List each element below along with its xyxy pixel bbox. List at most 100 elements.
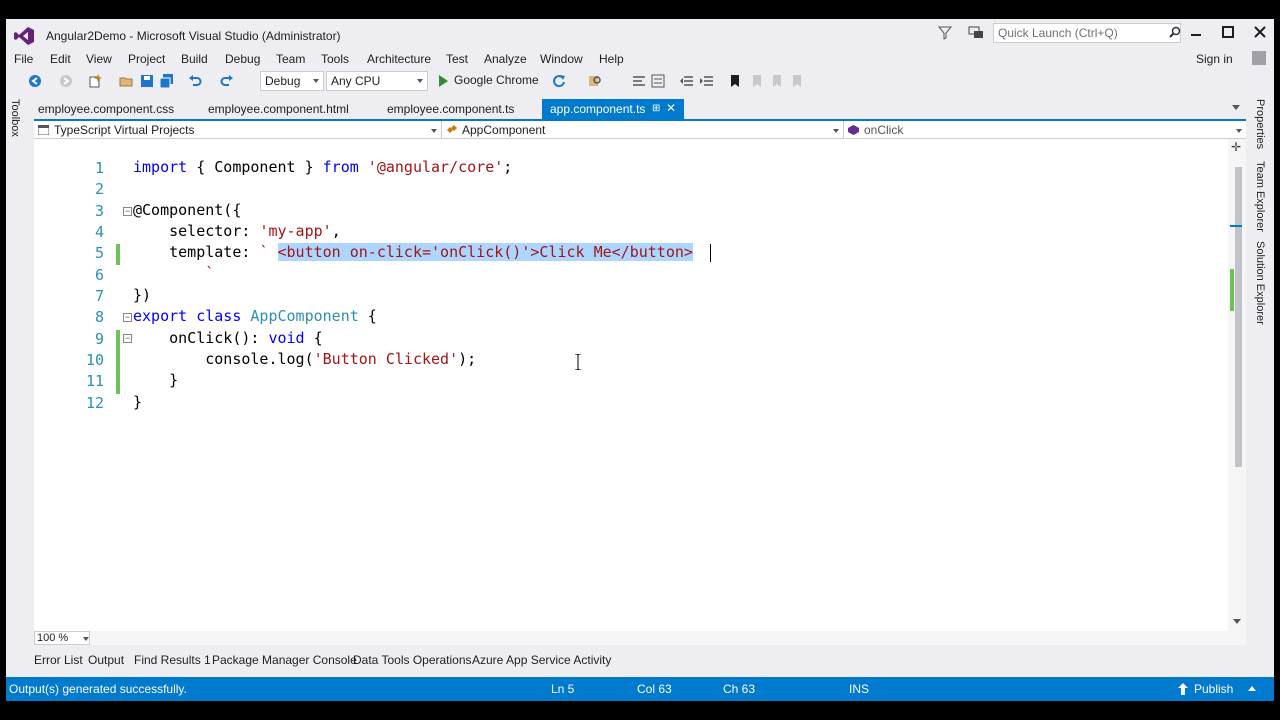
status-column: Col 63: [637, 682, 672, 696]
tab-find-results-1[interactable]: Find Results 1: [134, 653, 211, 667]
team-explorer-tab[interactable]: Team Explorer: [1254, 161, 1266, 232]
solution-platform-dropdown[interactable]: Any CPU: [326, 71, 428, 91]
menu-analyze[interactable]: Analyze: [484, 52, 527, 66]
window-title: Angular2Demo - Microsoft Visual Studio (…: [46, 29, 341, 43]
clear-bookmarks-icon[interactable]: [790, 74, 804, 88]
menu-build[interactable]: Build: [181, 52, 208, 66]
notification-filter-icon[interactable]: [938, 26, 952, 40]
line-number: 9: [94, 330, 104, 348]
scrollbar-thumb[interactable]: [1235, 167, 1242, 467]
navigate-back-icon[interactable]: [28, 74, 42, 88]
indent-increase-icon[interactable]: [700, 74, 714, 88]
menu-help[interactable]: Help: [599, 52, 624, 66]
previous-bookmark-icon[interactable]: [750, 74, 764, 88]
new-project-icon[interactable]: [88, 74, 102, 88]
menu-bar: File Edit View Project Build Debug Team …: [6, 49, 1274, 69]
menu-view[interactable]: View: [86, 52, 112, 66]
vertical-scrollbar[interactable]: ✛: [1228, 139, 1246, 631]
refresh-browser-icon[interactable]: [552, 74, 566, 88]
project-dropdown[interactable]: TypeScript Virtual Projects: [34, 121, 442, 139]
publish-button[interactable]: Publish: [1194, 682, 1233, 696]
code-line-7: }): [133, 286, 152, 304]
menu-file[interactable]: File: [14, 52, 33, 66]
comment-out-icon[interactable]: [632, 74, 646, 88]
collapse-region-icon[interactable]: −: [123, 313, 132, 322]
solution-explorer-tab[interactable]: Solution Explorer: [1254, 241, 1266, 325]
find-in-files-icon[interactable]: [588, 74, 602, 88]
scroll-change-marker: [1230, 269, 1234, 311]
scroll-down-arrow-icon[interactable]: [1233, 619, 1241, 624]
type-dropdown[interactable]: AppComponent: [442, 121, 844, 139]
tab-app-component-ts[interactable]: app.component.ts: [542, 99, 684, 119]
play-icon: [439, 75, 448, 87]
line-number: 4: [94, 223, 104, 241]
code-line-4: selector: 'my-app',: [133, 221, 341, 242]
menu-debug[interactable]: Debug: [225, 52, 260, 66]
indicator-margin[interactable]: [34, 139, 50, 631]
collapse-region-icon[interactable]: −: [123, 207, 132, 216]
bookmark-icon[interactable]: [728, 74, 742, 88]
type-value: AppComponent: [462, 123, 546, 137]
undo-icon[interactable]: [188, 74, 202, 88]
menu-tools[interactable]: Tools: [321, 52, 349, 66]
split-window-icon[interactable]: ✛: [1230, 141, 1242, 153]
menu-project[interactable]: Project: [128, 52, 165, 66]
tab-output[interactable]: Output: [88, 653, 124, 667]
menu-edit[interactable]: Edit: [50, 52, 71, 66]
next-bookmark-icon[interactable]: [770, 74, 784, 88]
sign-in-link[interactable]: Sign in: [1196, 52, 1233, 66]
properties-tab[interactable]: Properties: [1254, 99, 1266, 149]
keyword: class: [196, 307, 242, 325]
code-text: {: [304, 329, 323, 347]
solution-configuration-dropdown[interactable]: Debug: [260, 71, 324, 91]
status-message: Output(s) generated successfully.: [9, 682, 187, 696]
code-line-6: `: [133, 264, 215, 282]
indent-decrease-icon[interactable]: [680, 74, 694, 88]
menu-test[interactable]: Test: [446, 52, 468, 66]
chevron-down-icon: [417, 79, 423, 83]
redo-icon[interactable]: [220, 74, 234, 88]
close-button[interactable]: [1253, 25, 1267, 39]
horizontal-scrollbar[interactable]: 100 %: [34, 631, 1246, 645]
account-icon[interactable]: [1252, 51, 1266, 65]
visual-studio-logo-icon: [14, 27, 34, 45]
quick-launch-input[interactable]: Quick Launch (Ctrl+Q): [993, 23, 1181, 43]
tab-azure-app-service-activity[interactable]: Azure App Service Activity: [472, 653, 611, 667]
tab-employee-component-html[interactable]: employee.component.html: [200, 99, 357, 119]
keyword: from: [322, 158, 359, 176]
toolbox-tab[interactable]: Toolbox: [9, 99, 21, 137]
chevron-down-icon: [83, 637, 89, 641]
save-icon[interactable]: [140, 74, 154, 88]
status-char: Ch 63: [723, 682, 756, 696]
chevron-down-icon: [833, 129, 839, 133]
navigate-forward-icon[interactable]: [59, 74, 73, 88]
menu-window[interactable]: Window: [540, 52, 583, 66]
uncomment-icon[interactable]: [651, 74, 665, 88]
open-file-icon[interactable]: [119, 74, 133, 88]
code-line-8: export class AppComponent {: [133, 306, 377, 327]
code-text: {: [358, 307, 377, 325]
close-tab-icon[interactable]: ✕: [666, 101, 676, 115]
tab-data-tools-operations[interactable]: Data Tools Operations: [353, 653, 472, 667]
menu-architecture[interactable]: Architecture: [367, 52, 431, 66]
pin-tab-icon[interactable]: ⊞: [652, 103, 660, 114]
tab-package-manager-console[interactable]: Package Manager Console: [212, 653, 357, 667]
search-icon[interactable]: [1169, 26, 1181, 38]
tab-employee-component-css[interactable]: employee.component.css: [30, 99, 182, 119]
collapse-region-icon[interactable]: −: [123, 334, 132, 343]
chevron-up-icon[interactable]: [1248, 686, 1256, 691]
configuration-value: Debug: [265, 74, 301, 88]
member-dropdown[interactable]: onClick: [844, 121, 1246, 139]
code-editor[interactable]: 1 2 3 4 5 6 7 8 9 10 11 12 − − − import …: [34, 139, 1246, 631]
menu-team[interactable]: Team: [276, 52, 305, 66]
tab-overflow-chevron-icon[interactable]: [1232, 105, 1240, 110]
code-text: selector:: [133, 222, 260, 240]
tab-employee-component-ts[interactable]: employee.component.ts: [379, 99, 522, 119]
maximize-button[interactable]: [1221, 25, 1235, 39]
toolbox-strip[interactable]: Toolbox: [6, 97, 26, 157]
zoom-dropdown[interactable]: 100 %: [34, 631, 90, 645]
minimize-button[interactable]: [1189, 25, 1203, 39]
save-all-icon[interactable]: [160, 74, 174, 88]
feedback-icon[interactable]: [968, 26, 984, 40]
tab-error-list[interactable]: Error List: [34, 653, 83, 667]
